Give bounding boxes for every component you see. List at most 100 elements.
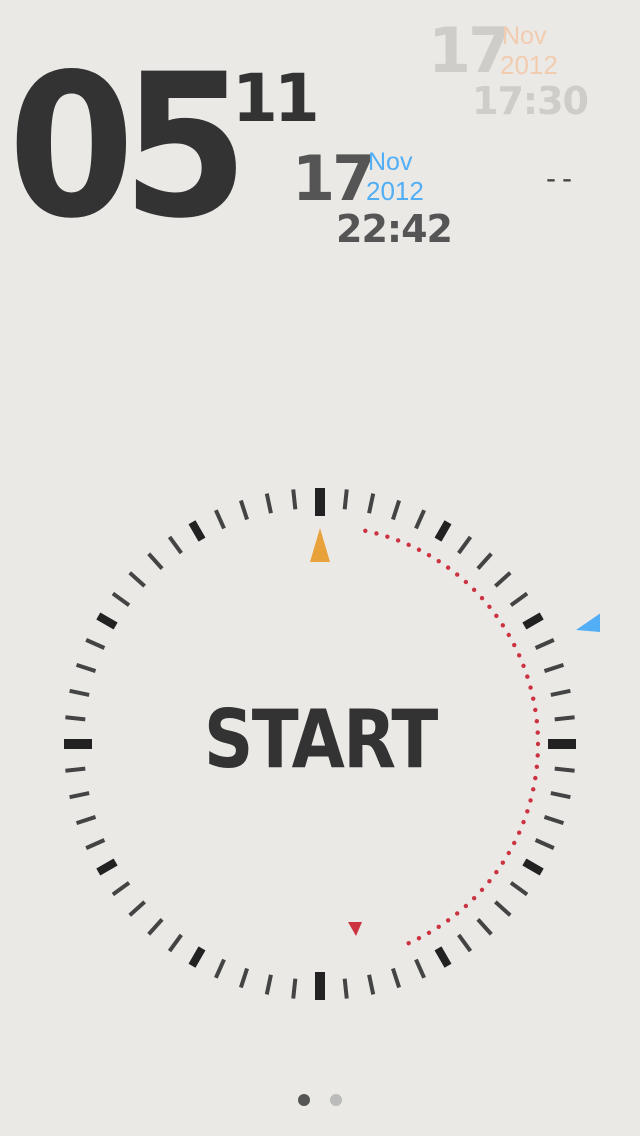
elapsed-arc-dot [479,595,485,601]
elapsed-arc-dot [521,663,526,669]
dial-tick [96,612,118,630]
elapsed-arc-dot [506,632,511,638]
elapsed-arc-dot [436,558,441,564]
elapsed-arc-dot [512,840,517,846]
current-entry-month: Nov [368,148,413,176]
elapsed-arc-dot [535,730,540,735]
end-marker-icon [348,922,362,936]
dial-tick [550,688,571,697]
previous-entry-month: Nov [502,22,547,50]
elapsed-arc-dot [479,887,485,893]
timer-minutes: 05 [8,31,249,262]
dial-tick [342,489,349,510]
elapsed-arc-dot [521,819,526,825]
elapsed-arc-dot [471,587,477,593]
elapsed-arc-dot [506,850,511,856]
timer-seconds: 11 [232,60,320,137]
elapsed-arc-dot [406,940,411,946]
dial-tick [509,881,529,897]
dial-tick [264,974,273,995]
dial-tick [238,967,249,989]
dial-tick [414,958,426,979]
status-dashes: -- [546,162,578,195]
elapsed-arc-dot [445,565,451,570]
current-entry-day: 17 [292,142,375,215]
dial-tick [476,552,493,570]
elapsed-arc-dot [487,604,492,610]
dial-tick [96,858,118,876]
current-entry-year: 2012 [366,176,424,206]
dial-tick [367,974,376,995]
elapsed-arc-dot [516,830,522,835]
dial-tick [342,978,349,999]
elapsed-arc-dot [494,613,499,619]
dial-tick [111,881,131,897]
dial-tick [534,838,555,850]
dial-tick [69,688,90,697]
elapsed-arc-dot [533,707,538,713]
elapsed-arc-dot [374,531,379,536]
elapsed-arc-dot [416,936,422,941]
elapsed-arc-dot [500,623,506,628]
dial-tick [534,638,555,650]
dial-tick [188,520,206,542]
dial-tick [147,918,164,936]
current-position-marker-icon[interactable] [576,608,600,632]
dial-tick [494,900,512,917]
dial-tick [522,858,544,876]
dial-tick [554,766,575,773]
dial-tick [167,535,183,555]
elapsed-arc-dot [528,798,533,803]
dial-tick [291,978,298,999]
page-dot[interactable] [330,1094,342,1106]
dial-tick [509,591,529,607]
dial-tick [550,791,571,800]
elapsed-arc-dot [445,918,451,923]
previous-entry-day: 17 [428,14,511,87]
dial-tick [391,967,402,989]
current-entry-time: 22:42 [336,207,453,251]
dial-tick [75,662,97,673]
dial-tick [128,571,146,588]
elapsed-arc-dot [463,579,469,585]
elapsed-arc-dot [395,538,401,543]
elapsed-arc-dot [406,542,411,548]
elapsed-arc-dot [512,642,517,648]
dial-tick [111,591,131,607]
dial-tick [476,918,493,936]
dial-tick [291,489,298,510]
dial-tick [414,509,426,530]
elapsed-arc-dot [463,903,469,909]
dial-tick [188,946,206,968]
elapsed-arc-dot [471,895,477,901]
elapsed-arc-dot [531,696,536,701]
dial-tick [457,535,473,555]
dial-tick [543,662,565,673]
dial-tick [128,900,146,917]
elapsed-arc-dot [516,653,522,658]
elapsed-arc-dot [494,869,499,875]
elapsed-arc-dot [454,911,460,916]
previous-entry-year: 2012 [500,50,558,80]
dial-tick [367,493,376,514]
elapsed-arc-dot [426,930,432,935]
elapsed-arc-dot [487,878,492,884]
dial-tick [522,612,544,630]
elapsed-arc-dot [535,753,540,758]
elapsed-arc-dot [500,860,506,865]
dial-tick [69,791,90,800]
dial-tick [147,552,164,570]
start-button-label: START [203,693,438,786]
dial-tick [554,715,575,722]
start-button[interactable]: START [160,690,480,790]
dial-tick [494,571,512,588]
page-dot-active[interactable] [298,1094,310,1106]
dial-tick [214,509,226,530]
dial-tick [65,715,86,722]
elapsed-arc-dot [528,685,533,690]
elapsed-arc-dot [416,547,422,552]
dial-tick [434,946,452,968]
start-marker-icon [310,528,330,562]
elapsed-arc-dot [535,741,541,747]
dial-tick [434,520,452,542]
